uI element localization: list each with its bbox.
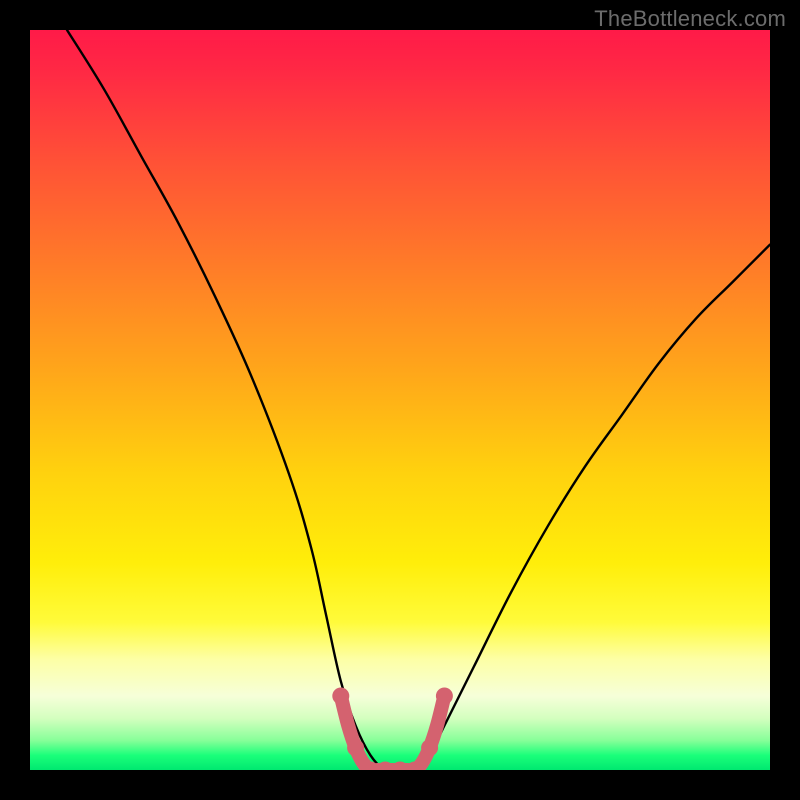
optimal-marker-path xyxy=(341,696,445,770)
optimal-marker-dot xyxy=(332,688,349,705)
chart-frame: TheBottleneck.com xyxy=(0,0,800,800)
optimal-marker-dot xyxy=(392,762,409,771)
optimal-marker-dot xyxy=(377,762,394,771)
optimal-marker-dot xyxy=(436,688,453,705)
optimal-marker-dot xyxy=(421,739,438,756)
plot-area xyxy=(30,30,770,770)
watermark-text: TheBottleneck.com xyxy=(594,6,786,32)
optimal-marker-dot xyxy=(347,739,364,756)
bottleneck-curve-path xyxy=(67,30,770,770)
chart-svg xyxy=(30,30,770,770)
